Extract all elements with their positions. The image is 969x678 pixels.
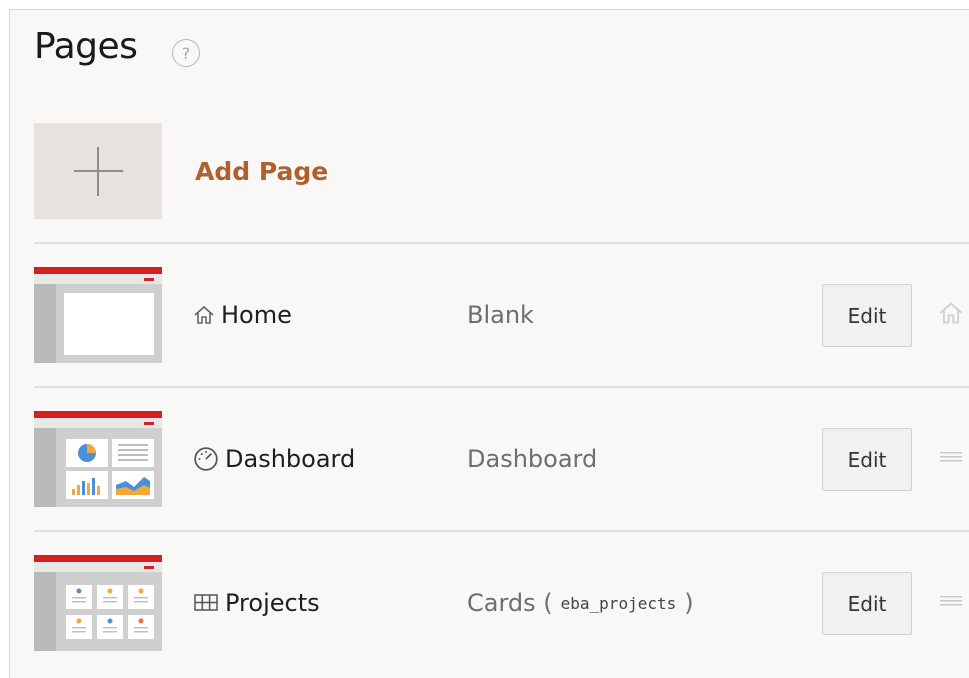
cards-grid-icon <box>194 594 218 611</box>
page-row-dashboard: Dashboard Dashboard Edit <box>10 411 969 507</box>
divider <box>34 530 969 532</box>
cards-page-thumbnail <box>34 555 162 651</box>
add-page-tile[interactable] <box>34 123 162 219</box>
page-type: Dashboard <box>467 445 598 473</box>
gauge-icon <box>194 447 218 471</box>
divider <box>34 242 969 244</box>
help-icon[interactable]: ? <box>172 39 200 67</box>
page-name-label: Home <box>221 301 292 329</box>
blank-page-thumbnail <box>34 267 162 363</box>
edit-button-home[interactable]: Edit <box>822 284 912 347</box>
edit-button-dashboard[interactable]: Edit <box>822 428 912 491</box>
drag-handle-icon[interactable] <box>938 444 964 470</box>
dashboard-page-thumbnail <box>34 411 162 507</box>
page-type: Blank <box>467 301 534 329</box>
page-row-projects: Projects Cards ( eba_projects ) Edit <box>10 555 969 651</box>
drag-handle-icon[interactable] <box>938 588 964 614</box>
page-type: Cards ( eba_projects ) <box>467 589 694 617</box>
page-title: Pages <box>34 26 138 67</box>
page-name-label: Projects <box>225 589 320 617</box>
home-icon <box>939 302 963 324</box>
page-name-home[interactable]: Home <box>193 300 292 330</box>
page-name-dashboard[interactable]: Dashboard <box>193 444 355 474</box>
page-name-projects[interactable]: Projects <box>193 588 320 618</box>
add-page-link[interactable]: Add Page <box>195 157 328 186</box>
source-table-name: eba_projects <box>560 593 677 613</box>
home-icon <box>194 305 214 324</box>
edit-button-projects[interactable]: Edit <box>822 572 912 635</box>
page-name-label: Dashboard <box>225 445 356 473</box>
pages-panel: Pages ? Add Page Home Blank Edit Dashboa… <box>9 9 969 678</box>
divider <box>34 386 969 388</box>
page-row-home: Home Blank Edit <box>10 267 969 363</box>
